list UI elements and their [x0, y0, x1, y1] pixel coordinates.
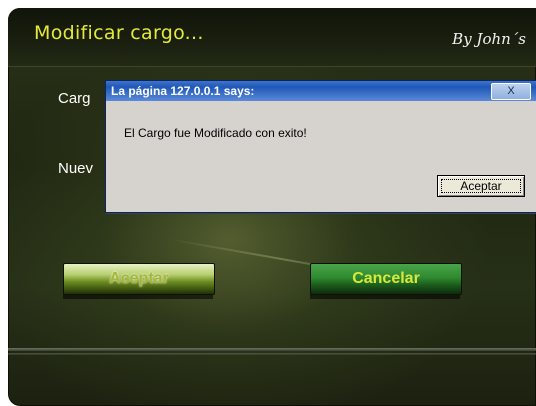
- dialog-titlebar[interactable]: La página 127.0.0.1 says: X: [106, 81, 536, 101]
- ok-button-label: Aceptar: [460, 179, 502, 193]
- divider: [8, 348, 536, 351]
- nuevo-label: Nuev: [58, 160, 94, 177]
- header-bar: Modificar cargo... By John´s: [8, 8, 536, 67]
- ok-button[interactable]: Aceptar: [437, 175, 525, 197]
- page-title: Modificar cargo...: [34, 22, 204, 44]
- accept-button[interactable]: Aceptar: [63, 263, 215, 295]
- screen: Modificar cargo... By John´s Carg Nuev A…: [0, 0, 536, 406]
- alert-dialog: La página 127.0.0.1 says: X El Cargo fue…: [105, 80, 536, 213]
- dialog-title: La página 127.0.0.1 says:: [111, 84, 255, 98]
- author-credit: By John´s: [452, 30, 526, 48]
- dialog-message: El Cargo fue Modificado con exito!: [124, 126, 307, 140]
- cancel-button[interactable]: Cancelar: [310, 263, 462, 295]
- cargo-label: Carg: [58, 90, 91, 107]
- close-icon[interactable]: X: [491, 83, 531, 100]
- divider: [8, 353, 536, 355]
